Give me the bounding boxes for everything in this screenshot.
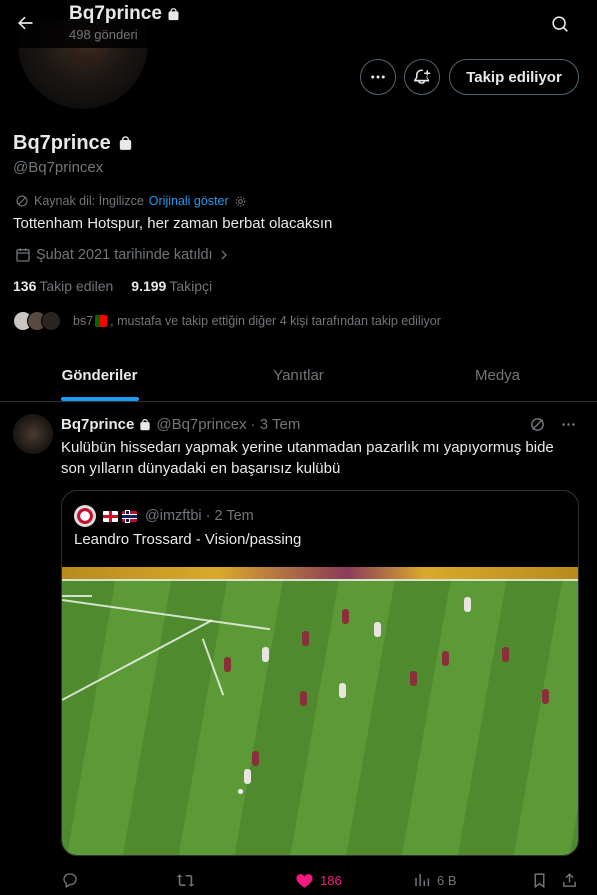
translate-icon [16, 195, 28, 207]
top-bar: Bq7prince 498 gönderi [0, 0, 597, 48]
bookmark-button[interactable] [531, 872, 548, 889]
tweet-actions: 186 6 B [61, 868, 581, 892]
followers-stat[interactable]: 9.199 Takipçi [131, 278, 212, 294]
page-title: Bq7prince [69, 3, 181, 25]
player [252, 751, 259, 766]
back-arrow-icon [18, 16, 33, 30]
like-count: 186 [320, 872, 342, 888]
norway-flag-icon [122, 510, 137, 522]
profile-name: Bq7prince [13, 132, 134, 155]
search-icon [551, 15, 568, 32]
quoted-handle: @imzftbi [145, 508, 202, 524]
analytics-icon [415, 874, 430, 886]
player [302, 631, 309, 646]
bookmark-icon [534, 872, 545, 888]
show-original-link[interactable]: Orijinali göster [149, 194, 229, 208]
tweet-avatar[interactable] [13, 414, 53, 454]
more-options-button[interactable] [360, 59, 396, 95]
like-button[interactable]: 186 [295, 871, 342, 890]
share-button[interactable] [561, 872, 578, 889]
more-dots-icon [371, 75, 385, 79]
quoted-text: Leandro Trossard - Vision/passing [74, 531, 302, 548]
quoted-tweet[interactable]: @imzftbi · 2 Tem Leandro Trossard - Visi… [61, 490, 579, 856]
football-video-thumbnail[interactable] [62, 567, 578, 855]
tweet-header-actions [529, 416, 577, 433]
lock-icon [140, 418, 151, 430]
player [464, 597, 471, 612]
profile-tabs: Gönderiler Yanıtlar Medya [0, 350, 597, 402]
profile-bio: Tottenham Hotspur, her zaman berbat olac… [13, 215, 333, 232]
heart-icon [296, 873, 313, 888]
followed-by-row[interactable]: bs7 , mustafa ve takip ettiğin diğer 4 k… [13, 310, 441, 332]
lock-icon [119, 136, 131, 150]
ball [238, 789, 243, 794]
player [502, 647, 509, 662]
player [300, 691, 307, 706]
chevron-right-icon[interactable] [218, 249, 230, 261]
tab-posts[interactable]: Gönderiler [0, 350, 199, 401]
quoted-tweet-header: @imzftbi · 2 Tem [74, 505, 254, 527]
player [262, 647, 269, 662]
translation-row: Kaynak dil: İngilizce Orijinali göster [15, 194, 247, 208]
player [410, 671, 417, 686]
follow-stats: 136 Takip edilen 9.199 Takipçi [13, 278, 212, 294]
follower-avatar [41, 311, 61, 331]
player [542, 689, 549, 704]
player [339, 683, 346, 698]
reply-button[interactable] [61, 871, 79, 889]
lock-icon [168, 7, 179, 20]
following-stat[interactable]: 136 Takip edilen [13, 278, 113, 294]
player [442, 651, 449, 666]
player [244, 769, 251, 784]
portugal-flag-icon [95, 315, 108, 327]
followed-by-text: , mustafa ve takip ettiğin diğer 4 kişi … [110, 314, 441, 328]
post-count: 498 gönderi [69, 27, 138, 42]
search-button[interactable] [543, 7, 577, 41]
back-button[interactable] [8, 6, 42, 40]
view-count: 6 B [437, 872, 457, 888]
joined-date: Şubat 2021 tarihinde katıldı [15, 247, 230, 263]
followed-by-name: bs7 [73, 314, 94, 328]
player [374, 622, 381, 637]
source-language-label: Kaynak dil: İngilizce [34, 194, 144, 208]
tweet-time[interactable]: · 3 Tem [251, 416, 301, 433]
tab-replies[interactable]: Yanıtlar [199, 350, 398, 401]
quoted-avatar [74, 505, 96, 527]
tweet-author-handle[interactable]: @Bq7princex [156, 416, 246, 433]
tweet-author-name[interactable]: Bq7prince [61, 416, 134, 433]
following-button[interactable]: Takip ediliyor [449, 59, 579, 95]
player [224, 657, 231, 672]
tweet-text: Kulübün hissedarı yapmak yerine utanmada… [61, 439, 554, 477]
quoted-time: · 2 Tem [205, 508, 254, 524]
reply-icon [63, 873, 77, 888]
stadium-stands [62, 567, 578, 579]
repost-icon [176, 873, 195, 887]
views-button[interactable]: 6 B [413, 871, 457, 889]
player [342, 609, 349, 624]
england-flag-icon [103, 510, 118, 522]
gear-icon[interactable] [234, 195, 247, 208]
calendar-icon [16, 248, 30, 262]
repost-button[interactable] [176, 871, 195, 890]
bell-plus-icon [414, 69, 431, 84]
share-icon [563, 872, 576, 887]
more-dots-icon[interactable] [560, 416, 577, 433]
notifications-button[interactable] [404, 59, 440, 95]
tweet-header: Bq7prince @Bq7princex · 3 Tem [61, 416, 300, 433]
grok-icon[interactable] [529, 416, 546, 433]
tab-media[interactable]: Medya [398, 350, 597, 401]
profile-handle: @Bq7princex [13, 159, 104, 176]
